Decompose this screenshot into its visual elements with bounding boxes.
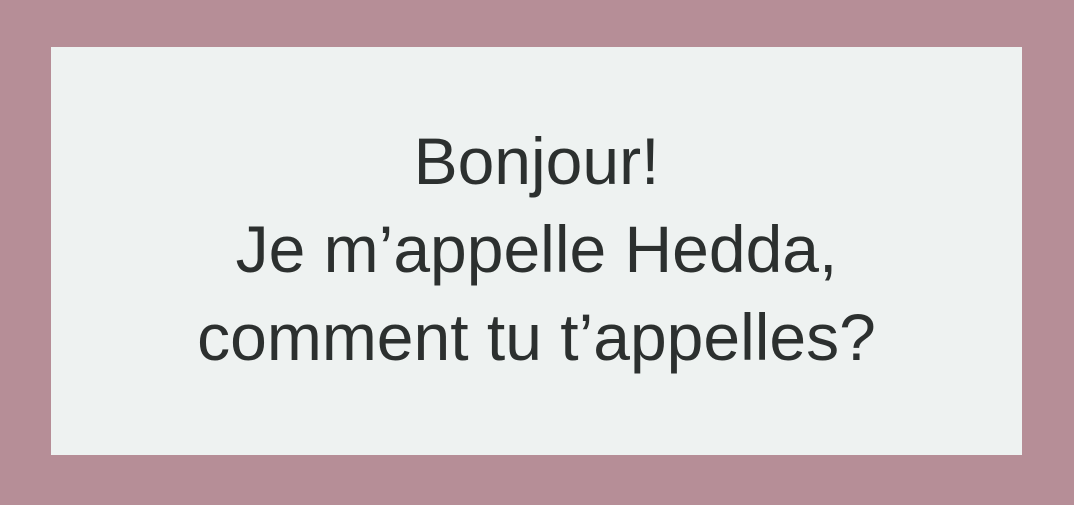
greeting-card: Bonjour! Je m’appelle Hedda, comment tu … (51, 47, 1022, 455)
greeting-line-1: Bonjour! (413, 124, 660, 198)
greeting-line-3: comment tu t’appelles? (197, 300, 876, 374)
greeting-message: Bonjour! Je m’appelle Hedda, comment tu … (197, 117, 876, 381)
greeting-line-2: Je m’appelle Hedda, (235, 212, 838, 286)
